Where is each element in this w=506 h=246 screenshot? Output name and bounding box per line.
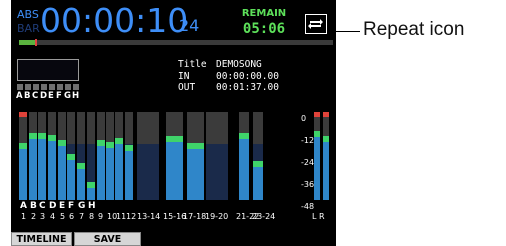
meter-scale-label: -36 — [301, 180, 315, 189]
timeline-tab[interactable]: TIMELINE — [11, 232, 72, 246]
channel-source-letter: E — [59, 201, 66, 211]
channel-source-letter: F — [68, 201, 75, 211]
meter-ch-7-level — [77, 165, 85, 200]
meter-scale-label: -12 — [301, 136, 315, 145]
master-left-clip — [314, 112, 320, 117]
meter-ch-15-16-level — [166, 138, 183, 200]
level-meters: 1 A 2 B 3 C 4 D 5 E 6 F 7 G 8 H 9 10 11 12 13-14 15-16 17-18 19… — [11, 0, 336, 246]
channel-source-letter: H — [88, 201, 96, 211]
meter-ch-4-peak — [48, 135, 56, 141]
meter-ch-4-level — [48, 137, 56, 200]
meter-ch-6-level — [67, 156, 75, 200]
channel-label: 17-18 — [183, 212, 207, 221]
channel-label: 13-14 — [137, 212, 161, 221]
meter-ch-17-18-level — [187, 145, 204, 200]
meter-ch-12-upper — [125, 112, 133, 144]
meter-ch-6-peak — [67, 154, 75, 160]
channel-label: 9 — [98, 212, 104, 221]
meter-ch-12-level — [125, 147, 133, 200]
meter-ch-1-clip — [19, 112, 27, 117]
channel-label: 3 — [40, 212, 46, 221]
meter-ch-9-peak — [97, 140, 105, 146]
save-tab[interactable]: SAVE — [74, 232, 141, 246]
meter-ch-13-14-lower — [137, 144, 159, 200]
channel-label: 1 — [21, 212, 27, 221]
meter-ch-23-24-upper — [253, 112, 263, 144]
channel-source-letter: A — [20, 201, 27, 211]
channel-label: 7 — [79, 212, 85, 221]
channel-source-letter: D — [49, 201, 57, 211]
meter-ch-3-level — [38, 135, 46, 200]
meter-ch-2-level — [29, 135, 37, 200]
callout-leader-line — [336, 31, 360, 32]
channel-label: 19-20 — [205, 212, 229, 221]
channel-label: 5 — [60, 212, 66, 221]
meter-ch-10-level — [106, 144, 114, 200]
meter-scale-label: -48 — [301, 202, 315, 211]
master-right-level — [323, 138, 329, 200]
meter-ch-6-upper — [67, 112, 75, 144]
meter-ch-7-upper — [77, 112, 85, 144]
channel-label: 4 — [50, 212, 56, 221]
channel-source-letter: B — [30, 201, 37, 211]
meter-ch-17-18-upper — [187, 112, 204, 144]
meter-ch-23-24-peak — [253, 161, 263, 167]
channel-source-letter: C — [39, 201, 46, 211]
meter-ch-21-22-peak — [239, 133, 249, 139]
channel-label: 23-24 — [252, 212, 276, 221]
meter-ch-1-peak — [19, 143, 27, 149]
meter-ch-8-peak — [87, 182, 95, 188]
meter-ch-3-peak — [38, 133, 46, 139]
master-left-peak — [314, 131, 320, 137]
master-left-level — [314, 133, 320, 200]
meter-ch-7-peak — [77, 163, 85, 169]
channel-label: 11 — [116, 212, 127, 221]
meter-ch-21-22-level — [239, 135, 249, 200]
meter-ch-15-16-peak — [166, 136, 183, 142]
channel-label: 2 — [31, 212, 37, 221]
recorder-screen: ABS BAR 00:00:10 24 REMAIN 05:06 ABCDEFG… — [11, 0, 336, 246]
meter-ch-11-level — [115, 140, 123, 200]
meter-ch-2-peak — [29, 133, 37, 139]
meter-ch-10-peak — [106, 142, 114, 148]
meter-scale-label: -24 — [301, 158, 315, 167]
meter-ch-23-24-level — [253, 163, 263, 200]
meter-ch-12-peak — [125, 145, 133, 151]
meter-ch-11-peak — [115, 138, 123, 144]
channel-label: 6 — [69, 212, 75, 221]
meter-ch-8-upper — [87, 112, 95, 144]
master-right-peak — [323, 136, 329, 142]
meter-ch-19-20-lower — [206, 144, 228, 200]
channel-label: 12 — [126, 212, 137, 221]
meter-ch-5-peak — [58, 140, 66, 146]
channel-source-letter: G — [78, 201, 86, 211]
meter-ch-1-level — [19, 145, 27, 200]
master-label: L R — [312, 212, 325, 221]
master-right-clip — [323, 112, 329, 117]
channel-label: 8 — [89, 212, 95, 221]
meter-ch-5-level — [58, 142, 66, 200]
meter-scale-label: 0 — [301, 114, 307, 123]
meter-ch-17-18-peak — [187, 143, 204, 149]
meter-ch-10-upper — [106, 112, 114, 144]
meter-ch-13-14-upper — [137, 112, 159, 144]
meter-ch-9-level — [97, 142, 105, 200]
meter-ch-19-20-upper — [206, 112, 228, 144]
callout-label: Repeat icon — [363, 19, 465, 40]
